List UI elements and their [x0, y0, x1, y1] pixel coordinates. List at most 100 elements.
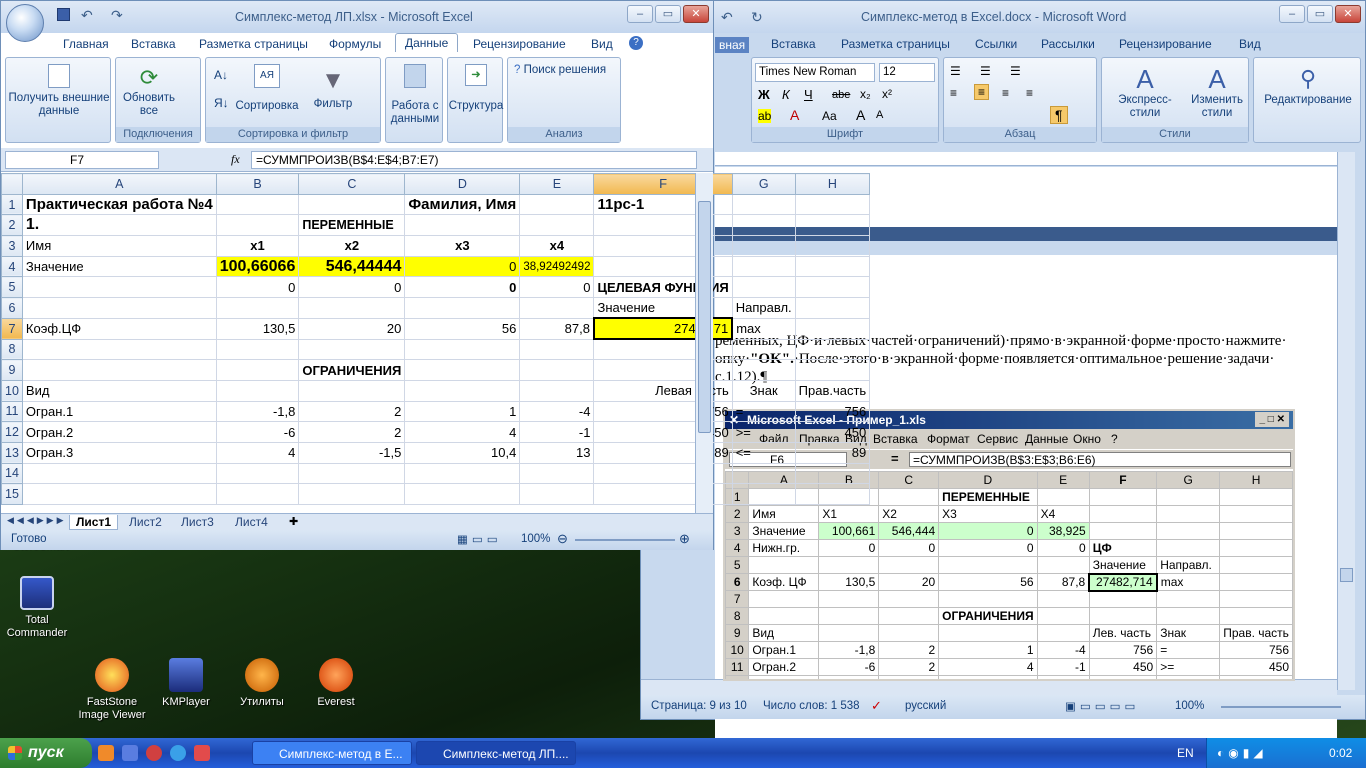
filter-button[interactable]: ▼ Фильтр [306, 64, 360, 111]
excel-scroll-thumb[interactable] [698, 201, 711, 433]
row-header[interactable]: 4 [1, 255, 23, 278]
grid-cell[interactable]: 13 [519, 441, 595, 464]
word-tab-references[interactable]: Ссылки [975, 37, 1017, 51]
grid-cell[interactable] [298, 483, 406, 505]
grid-cell[interactable]: = [731, 400, 796, 423]
grid-cell[interactable] [298, 338, 406, 361]
grid-cell[interactable] [404, 359, 521, 381]
sheet-nav-buttons[interactable]: ◀◀◀▶▶▶ [7, 515, 67, 526]
bullets-icon[interactable]: ☰ [950, 64, 961, 78]
grid-cell[interactable] [215, 297, 300, 319]
column-header[interactable]: C [298, 173, 406, 195]
grid-cell[interactable] [519, 193, 595, 216]
grid-cell[interactable] [519, 462, 595, 485]
row-header[interactable]: 14 [1, 462, 23, 485]
row-header[interactable]: 2 [1, 214, 23, 237]
quicklaunch-icon-2[interactable] [122, 745, 138, 761]
grid-corner[interactable] [1, 173, 23, 195]
row-header[interactable]: 1 [1, 193, 23, 216]
excel-redo-icon[interactable]: ↷ [111, 7, 123, 24]
excel-save-icon[interactable] [57, 8, 70, 21]
grid-cell[interactable] [21, 359, 217, 381]
justify-icon[interactable]: ≡ [1026, 86, 1033, 100]
column-header[interactable]: G [731, 173, 796, 195]
excel-close-button[interactable]: ✕ [683, 5, 709, 23]
formula-input[interactable]: =СУММПРОИЗВ(B$4:E$4;B7:E7) [251, 151, 697, 169]
grid-cell[interactable]: 4 [404, 421, 521, 443]
grid-cell[interactable] [731, 255, 796, 278]
align-left-icon[interactable]: ≡ [950, 86, 957, 100]
row-header[interactable]: 7 [1, 317, 23, 340]
grid-cell[interactable]: -4 [519, 400, 595, 423]
underline-icon[interactable]: Ч [804, 87, 813, 102]
grid-cell[interactable] [215, 379, 300, 402]
grid-cell[interactable]: x4 [519, 235, 595, 257]
grid-cell[interactable]: Фамилия, Имя [404, 193, 521, 216]
grid-cell[interactable] [794, 276, 871, 299]
solver-button[interactable]: ? Поиск решения [514, 64, 606, 76]
grid-cell[interactable]: ПЕРЕМЕННЫЕ [298, 214, 406, 237]
grid-cell[interactable] [794, 193, 871, 216]
desktop-icon-kmplayer[interactable]: KMPlayer [146, 658, 226, 709]
grid-cell[interactable] [731, 276, 796, 299]
pilcrow-icon[interactable]: ¶ [1050, 106, 1068, 124]
excel-maximize-button[interactable]: ▭ [655, 5, 681, 23]
grid-cell[interactable] [404, 297, 521, 319]
bold-icon[interactable]: Ж [758, 87, 770, 102]
grid-cell[interactable] [794, 483, 871, 505]
grid-cell[interactable] [731, 483, 796, 505]
word-zoom-slider[interactable] [1221, 706, 1341, 708]
word-hscrollbar[interactable] [641, 679, 1337, 695]
excel-vscrollbar[interactable] [695, 173, 713, 513]
grid-cell[interactable]: 0 [404, 255, 521, 278]
excel-tab-insert[interactable]: Вставка [131, 37, 176, 51]
zoom-in-icon[interactable]: ⊕ [679, 531, 690, 547]
column-header[interactable]: H [794, 173, 871, 195]
grid-cell[interactable]: 38,92492492 [519, 255, 595, 278]
grid-cell[interactable] [731, 235, 796, 257]
excel-grid[interactable]: A B C D E F G H 1 Практическая работа №4 Фамилия, … [1, 173, 871, 505]
excel-undo-icon[interactable]: ↶ [81, 7, 93, 24]
column-header[interactable]: A [21, 173, 217, 195]
refresh-all-button[interactable]: ⟳ Обновить все [118, 64, 180, 118]
word-close-button[interactable]: ✕ [1335, 5, 1361, 23]
grid-cell[interactable]: 10,4 [404, 441, 521, 464]
grid-cell[interactable] [519, 483, 595, 505]
grid-cell[interactable]: max [731, 317, 796, 340]
grid-cell[interactable]: 130,5 [215, 317, 300, 340]
sheet-tab-3[interactable]: Лист3 [175, 515, 220, 530]
excel-view-buttons[interactable]: ▦▭▭ [457, 532, 502, 546]
grid-cell[interactable]: 4 [215, 441, 300, 464]
grid-cell[interactable]: 0 [404, 276, 521, 299]
start-button[interactable]: пуск [0, 738, 92, 768]
grid-cell[interactable]: 100,66066 [215, 255, 300, 278]
word-qat-undo-icon[interactable]: ↶ [721, 9, 733, 26]
grid-cell[interactable]: Практическая работа №4 [21, 193, 217, 216]
excel-tab-formulas[interactable]: Формулы [329, 37, 381, 51]
grid-cell[interactable] [794, 235, 871, 257]
strikethrough-icon[interactable]: abe [832, 89, 850, 101]
structure-button[interactable]: ➜ Структура [448, 64, 504, 113]
grid-cell[interactable] [404, 483, 521, 505]
excel-minimize-button[interactable]: – [627, 5, 653, 23]
shrink-font-icon[interactable]: A [876, 109, 883, 121]
grid-cell[interactable] [731, 214, 796, 237]
row-header[interactable]: 3 [1, 235, 23, 257]
sort-za-icon[interactable]: Я↓ [214, 96, 229, 110]
ie-icon[interactable] [170, 745, 186, 761]
grid-cell[interactable]: x3 [404, 235, 521, 257]
row-header[interactable]: 5 [1, 276, 23, 299]
excel-zoom-slider[interactable] [575, 539, 675, 541]
word-tab-insert[interactable]: Вставка [771, 37, 816, 51]
word-tab-review[interactable]: Рецензирование [1119, 37, 1212, 51]
grid-cell[interactable] [21, 483, 217, 505]
quicklaunch-icon-5[interactable] [194, 745, 210, 761]
grid-cell[interactable] [731, 359, 796, 381]
get-external-data-button[interactable]: Получить внешние данные [8, 64, 110, 118]
grid-cell[interactable] [404, 338, 521, 361]
grid-cell[interactable] [215, 338, 300, 361]
grid-cell[interactable]: Направл. [731, 297, 796, 319]
numbering-icon[interactable]: ☰ [980, 64, 991, 78]
grid-cell[interactable]: 0 [519, 276, 595, 299]
excel-tab-review[interactable]: Рецензирование [473, 37, 566, 51]
